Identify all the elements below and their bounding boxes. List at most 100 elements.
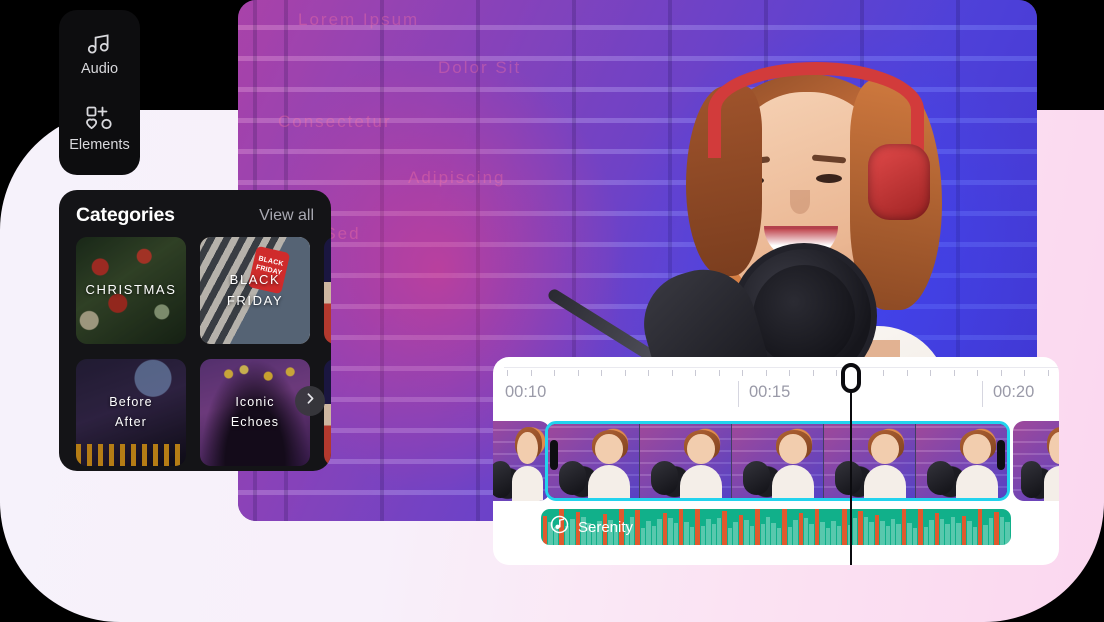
waveform-bar xyxy=(738,514,744,545)
filmstrip-frames xyxy=(548,424,1007,498)
waveform-bar xyxy=(896,524,901,545)
waveform-bar xyxy=(901,509,907,545)
tool-item-audio[interactable]: Audio xyxy=(81,33,118,77)
ruler-tick xyxy=(883,370,884,376)
waveform-bar xyxy=(640,527,646,545)
ruler-tick xyxy=(601,370,602,376)
ruler-tick xyxy=(1047,370,1049,376)
waveform-bar xyxy=(891,519,896,545)
category-card-christmas-label: CHRISTMAS xyxy=(85,282,177,298)
shapes-plus-icon xyxy=(85,105,113,131)
category-card-black-friday-label: BLACK FRIDAY xyxy=(226,272,284,308)
waveform-bar xyxy=(972,526,977,545)
category-card-before-after-label: Before After xyxy=(109,395,153,429)
video-clip-previous[interactable] xyxy=(493,421,550,501)
waveform-bar xyxy=(668,518,673,545)
categories-next-button[interactable] xyxy=(295,386,325,416)
clip-trim-handle-right[interactable] xyxy=(997,440,1005,470)
clip-trim-handle-left[interactable] xyxy=(550,440,558,470)
video-clip-selected[interactable] xyxy=(545,421,1010,501)
waveform-bar xyxy=(983,525,988,545)
waveform-bar xyxy=(635,510,640,545)
chevron-right-icon xyxy=(304,392,317,410)
wall-graffiti-2: Dolor Sit xyxy=(438,58,522,77)
waveform-bar xyxy=(852,518,858,545)
tool-item-elements[interactable]: Elements xyxy=(69,105,130,153)
tool-item-elements-label: Elements xyxy=(69,137,130,153)
waveform-bar xyxy=(782,509,787,545)
timeline-audio-track: Serenity xyxy=(493,507,1059,559)
filmstrip-frame xyxy=(640,424,732,498)
waveform-bar xyxy=(831,520,836,545)
waveform-bar xyxy=(749,525,755,545)
waveform-bar xyxy=(798,512,803,545)
waveform-bar xyxy=(662,512,668,545)
timeline-video-track xyxy=(493,415,1059,507)
ruler-tick xyxy=(695,370,696,376)
music-notes-icon xyxy=(87,33,113,55)
filmstrip-frame xyxy=(916,424,1007,498)
ruler-tick xyxy=(765,370,767,376)
waveform-bar xyxy=(912,528,918,545)
timeline-label-2: 00:20 xyxy=(993,383,1035,401)
waveform-bar xyxy=(695,509,700,545)
category-card-partial-top[interactable] xyxy=(324,237,331,344)
waveform-bar xyxy=(651,526,657,545)
waveform-bar xyxy=(978,509,983,545)
waveform-bar xyxy=(804,518,809,545)
waveform-bar xyxy=(836,526,842,545)
filmstrip-frame xyxy=(548,424,640,498)
timeline-playhead[interactable] xyxy=(841,363,861,565)
app-stage: Lorem Ipsum Dolor Sit Consectetur Adipis… xyxy=(0,0,1104,622)
waveform-bar xyxy=(929,520,934,545)
waveform-bar xyxy=(820,522,825,545)
view-all-link[interactable]: View all xyxy=(259,207,314,225)
wall-graffiti-1: Lorem Ipsum xyxy=(298,10,420,29)
category-card-black-friday[interactable]: BLACK FRIDAY BLACK FRIDAY xyxy=(200,237,310,344)
waveform-bar xyxy=(874,515,880,545)
waveform-bar xyxy=(646,520,651,545)
ruler-tick xyxy=(507,370,508,376)
waveform-bar xyxy=(793,519,798,545)
waveform-bar xyxy=(814,509,820,545)
waveform-bar xyxy=(950,517,956,545)
wall-graffiti-4: Adipiscing xyxy=(408,168,506,187)
ruler-tick xyxy=(648,370,649,376)
waveform-bar xyxy=(994,511,999,545)
video-clip-next[interactable] xyxy=(1013,421,1059,501)
waveform-bar xyxy=(733,521,738,545)
waveform-bar xyxy=(787,526,793,545)
category-card-iconic-echoes[interactable]: Iconic Echoes xyxy=(200,359,310,466)
waveform-bar xyxy=(918,509,923,545)
category-card-christmas[interactable]: CHRISTMAS xyxy=(76,237,186,344)
tool-item-audio-label: Audio xyxy=(80,60,119,77)
category-card-partial-bottom[interactable] xyxy=(324,359,331,466)
ruler-tick xyxy=(554,370,555,376)
waveform-bar xyxy=(934,513,939,545)
ruler-tick xyxy=(906,370,908,376)
playhead-handle[interactable] xyxy=(841,363,861,393)
waveform-bar xyxy=(717,517,722,545)
waveform-bar xyxy=(771,522,776,545)
ruler-tick xyxy=(930,370,931,376)
waveform-bar xyxy=(945,524,950,545)
timeline-ruler[interactable]: 00:10 00:15 00:20 xyxy=(493,357,1059,415)
waveform-bar xyxy=(711,524,716,545)
audio-clip-name: Serenity xyxy=(578,518,634,536)
timeline-label-0: 00:10 xyxy=(505,383,547,401)
waveform-bar xyxy=(961,515,967,545)
ruler-tick xyxy=(812,370,814,376)
ruler-tick xyxy=(671,370,673,376)
waveform-bar xyxy=(755,509,760,545)
waveform-bar xyxy=(776,528,782,545)
ruler-tick xyxy=(977,370,978,376)
audio-disc-icon xyxy=(550,515,569,539)
waveform-bar xyxy=(923,527,929,545)
category-card-before-after[interactable]: Before After xyxy=(76,359,186,466)
audio-clip-serenity[interactable]: Serenity xyxy=(541,509,1011,545)
timeline-label-1: 00:15 xyxy=(749,383,791,401)
waveform-bar xyxy=(967,521,972,545)
categories-column-3-partial xyxy=(324,237,331,466)
ruler-tick xyxy=(577,370,579,376)
ruler-tick xyxy=(530,370,532,376)
